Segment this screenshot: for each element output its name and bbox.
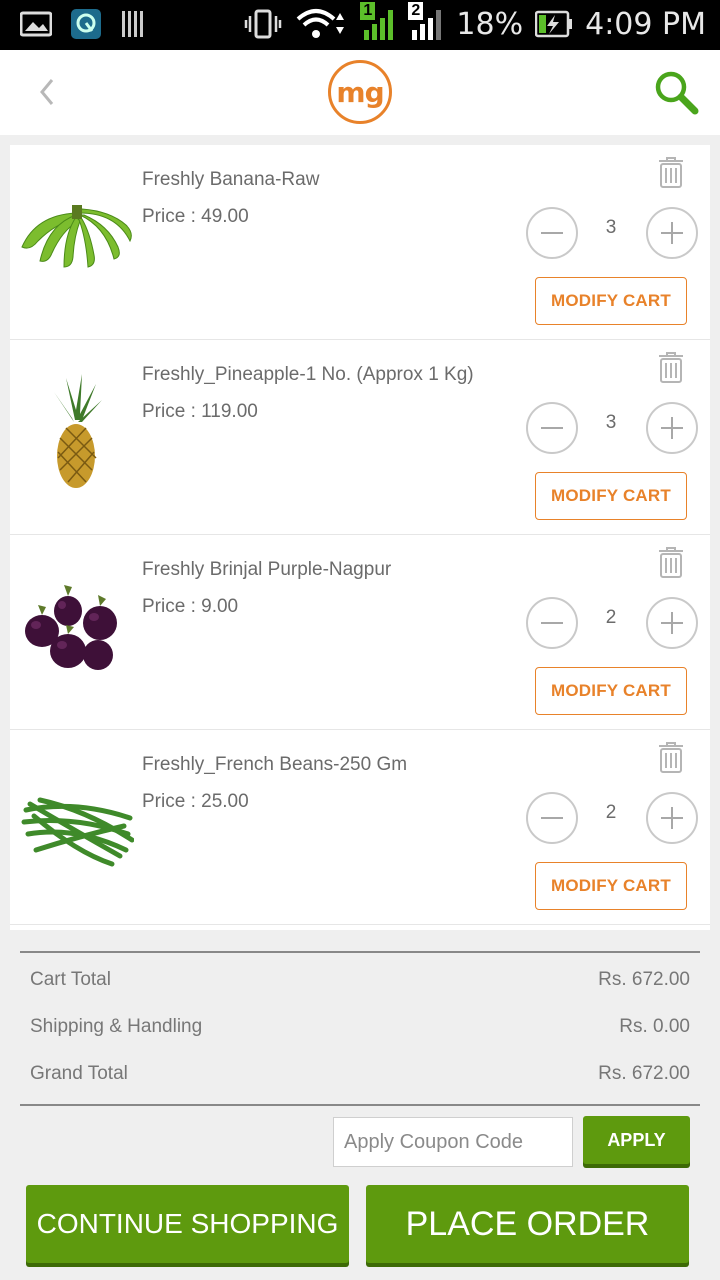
status-bar: 1 2 18% 4:09 PM (0, 0, 720, 50)
cart-list: Freshly Banana-Raw Price : 49.00 3 MODIF… (10, 145, 710, 930)
clock: 4:09 PM (585, 6, 706, 42)
item-price: Price : 49.00 (142, 206, 249, 227)
continue-shopping-button[interactable]: CONTINUE SHOPPING (26, 1185, 349, 1263)
back-button[interactable] (30, 72, 70, 112)
chevron-left-icon (40, 79, 54, 105)
item-price: Price : 119.00 (142, 401, 258, 422)
modify-cart-button[interactable]: MODIFY CART (535, 472, 687, 520)
app-header: mg (0, 50, 720, 135)
app-notification-icon (71, 9, 101, 39)
pineapple-image (54, 374, 102, 488)
search-icon (655, 71, 699, 115)
quantity-value: 2 (605, 802, 617, 823)
image-notification-icon (20, 11, 52, 37)
quantity-value: 3 (605, 412, 617, 433)
apply-coupon-button[interactable]: APPLY (583, 1116, 690, 1164)
item-name: Freshly_Pineapple-1 No. (Approx 1 Kg) (142, 364, 474, 385)
decrease-quantity-button[interactable] (526, 402, 578, 454)
item-price: Price : 9.00 (142, 596, 239, 617)
modify-cart-button[interactable]: MODIFY CART (535, 667, 687, 715)
modify-cart-button[interactable]: MODIFY CART (535, 277, 687, 325)
decrease-quantity-button[interactable] (526, 792, 578, 844)
item-name: Freshly Brinjal Purple-Nagpur (142, 559, 392, 580)
decrease-quantity-button[interactable] (526, 207, 578, 259)
coupon-code-input[interactable] (333, 1117, 573, 1167)
decrease-quantity-button[interactable] (526, 597, 578, 649)
trash-icon[interactable] (656, 350, 686, 384)
cart-total-value: Rs. 672.00 (598, 969, 690, 990)
brinjal-image (25, 585, 117, 670)
modify-cart-button[interactable]: MODIFY CART (535, 862, 687, 910)
battery-percent: 18% (456, 6, 524, 42)
banana-image (21, 205, 132, 268)
grand-total-value: Rs. 672.00 (598, 1063, 690, 1084)
french-beans-image (21, 797, 134, 867)
cart-item: Freshly_Pineapple-1 No. (Approx 1 Kg) Pr… (10, 340, 710, 535)
increase-quantity-button[interactable] (646, 207, 698, 259)
cart-item: Freshly Banana-Raw Price : 49.00 3 MODIF… (10, 145, 710, 340)
sim2-label: 2 (408, 2, 424, 20)
place-order-button[interactable]: PLACE ORDER (366, 1185, 689, 1263)
cart-total-label: Cart Total (30, 969, 111, 990)
system-status: 1 2 18% 4:09 PM (244, 2, 706, 42)
barcode-notification-icon (122, 11, 143, 37)
item-price: Price : 25.00 (142, 791, 249, 812)
sim1-label: 1 (360, 2, 376, 20)
increase-quantity-button[interactable] (646, 792, 698, 844)
trash-icon[interactable] (656, 545, 686, 579)
item-name: Freshly Banana-Raw (142, 169, 320, 190)
vibrate-icon (245, 9, 282, 39)
brand-logo[interactable]: mg (328, 60, 392, 124)
notification-icons (20, 8, 146, 40)
cart-item: Freshly_French Beans-250 Gm Price : 25.0… (10, 730, 710, 925)
trash-icon[interactable] (656, 740, 686, 774)
search-button[interactable] (652, 68, 702, 118)
quantity-value: 3 (605, 217, 617, 238)
shipping-value: Rs. 0.00 (619, 1016, 690, 1037)
sim2-signal-icon: 2 (408, 2, 444, 42)
logo-text: mg (336, 75, 384, 109)
shipping-label: Shipping & Handling (30, 1016, 203, 1037)
wifi-icon (297, 9, 345, 38)
grand-total-label: Grand Total (30, 1063, 128, 1084)
increase-quantity-button[interactable] (646, 597, 698, 649)
increase-quantity-button[interactable] (646, 402, 698, 454)
order-summary: Cart Total Rs. 672.00 Shipping & Handlin… (20, 951, 700, 1106)
cart-item: Freshly Brinjal Purple-Nagpur Price : 9.… (10, 535, 710, 730)
trash-icon[interactable] (656, 155, 686, 189)
quantity-value: 2 (605, 607, 617, 628)
item-name: Freshly_French Beans-250 Gm (142, 754, 408, 775)
sim1-signal-icon: 1 (360, 2, 396, 42)
battery-charging-icon (535, 10, 573, 38)
